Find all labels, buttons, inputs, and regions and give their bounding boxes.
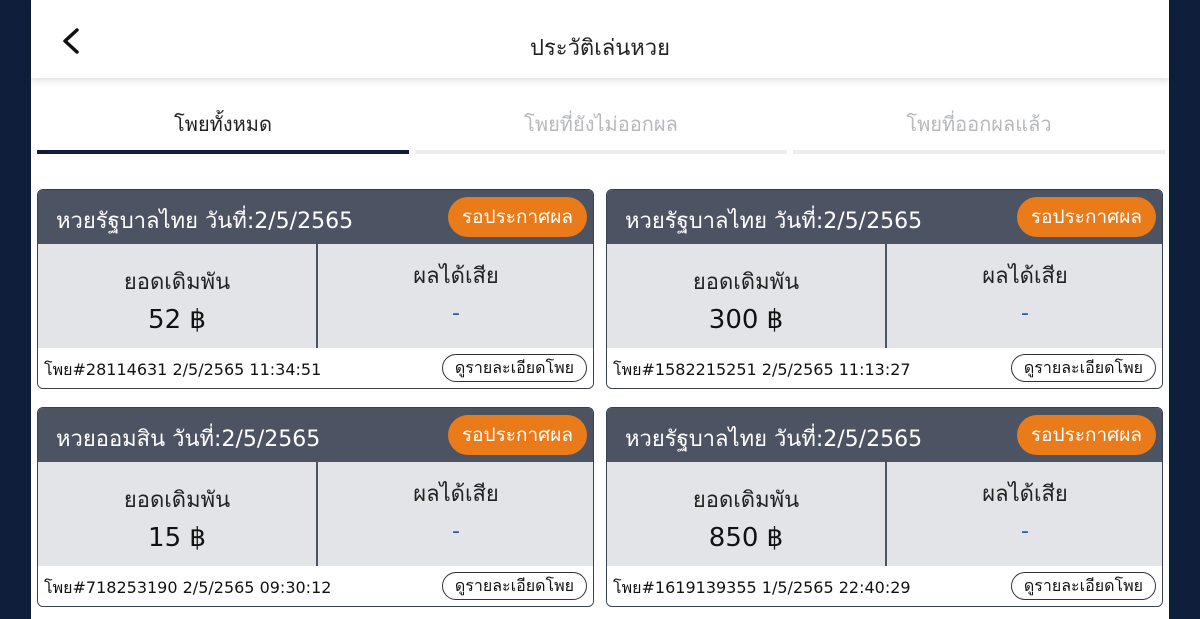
view-ticket-details-button[interactable]: ดูรายละเอียดโพย xyxy=(1010,354,1156,382)
result-label: ผลได้เสีย xyxy=(982,264,1068,289)
ticket-number: โพย#1619139355 1/5/2565 22:40:29 xyxy=(613,578,911,597)
result-value: - xyxy=(452,519,460,544)
ticket-card: หวยออมสิน วันที่:2/5/2565 รอประกาศผล ยอด… xyxy=(37,407,594,607)
stake-column: ยอดเดิมพัน 850 ฿ xyxy=(607,462,885,566)
stake-amount: 52 ฿ xyxy=(148,305,206,335)
ticket-card: หวยรัฐบาลไทย วันที่:2/5/2565 รอประกาศผล … xyxy=(606,189,1163,389)
status-badge: รอประกาศผล xyxy=(1016,197,1156,237)
lottery-title: หวยรัฐบาลไทย วันที่:2/5/2565 xyxy=(56,209,354,234)
card-header: หวยรัฐบาลไทย วันที่:2/5/2565 รอประกาศผล xyxy=(607,408,1162,462)
stake-column: ยอดเดิมพัน 52 ฿ xyxy=(38,244,316,348)
card-body: ยอดเดิมพัน 300 ฿ ผลได้เสีย - xyxy=(607,244,1162,348)
page-title: ประวัติเล่นหวย xyxy=(529,36,671,61)
result-column: ผลได้เสีย - xyxy=(886,244,1162,348)
view-ticket-details-button[interactable]: ดูรายละเอียดโพย xyxy=(441,354,587,382)
stake-amount: 15 ฿ xyxy=(148,523,206,553)
card-body: ยอดเดิมพัน 850 ฿ ผลได้เสีย - xyxy=(607,462,1162,566)
stake-column: ยอดเดิมพัน 15 ฿ xyxy=(38,462,316,566)
status-badge: รอประกาศผล xyxy=(447,197,587,237)
ticket-number: โพย#1582215251 2/5/2565 11:13:27 xyxy=(613,360,911,379)
top-bar: ประวัติเล่นหวย xyxy=(31,0,1169,78)
stake-column: ยอดเดิมพัน 300 ฿ xyxy=(607,244,885,348)
tab-bar: โพยทั้งหมด โพยที่ยังไม่ออกผล โพยที่ออกผล… xyxy=(37,96,1165,154)
card-footer: โพย#1619139355 1/5/2565 22:40:29 ดูรายละ… xyxy=(607,566,1162,606)
card-header: หวยออมสิน วันที่:2/5/2565 รอประกาศผล xyxy=(38,408,593,462)
lottery-title: หวยรัฐบาลไทย วันที่:2/5/2565 xyxy=(625,209,923,234)
lottery-title: หวยออมสิน วันที่:2/5/2565 xyxy=(56,427,321,452)
ticket-number: โพย#28114631 2/5/2565 11:34:51 xyxy=(44,360,322,379)
status-badge: รอประกาศผล xyxy=(1016,415,1156,455)
tab-completed-tickets[interactable]: โพยที่ออกผลแล้ว xyxy=(793,96,1165,154)
card-header: หวยรัฐบาลไทย วันที่:2/5/2565 รอประกาศผล xyxy=(38,190,593,244)
stake-label: ยอดเดิมพัน xyxy=(692,488,800,513)
card-footer: โพย#28114631 2/5/2565 11:34:51 ดูรายละเอ… xyxy=(38,348,593,388)
ticket-card: หวยรัฐบาลไทย วันที่:2/5/2565 รอประกาศผล … xyxy=(606,407,1163,607)
tab-pending-tickets[interactable]: โพยที่ยังไม่ออกผล xyxy=(415,96,787,154)
status-badge: รอประกาศผล xyxy=(447,415,587,455)
tab-all-tickets[interactable]: โพยทั้งหมด xyxy=(37,96,409,154)
stake-label: ยอดเดิมพัน xyxy=(123,270,231,295)
result-column: ผลได้เสีย - xyxy=(886,462,1162,566)
card-body: ยอดเดิมพัน 52 ฿ ผลได้เสีย - xyxy=(38,244,593,348)
card-header: หวยรัฐบาลไทย วันที่:2/5/2565 รอประกาศผล xyxy=(607,190,1162,244)
view-ticket-details-button[interactable]: ดูรายละเอียดโพย xyxy=(1010,572,1156,600)
stake-amount: 300 ฿ xyxy=(708,305,784,335)
stake-label: ยอดเดิมพัน xyxy=(692,270,800,295)
ticket-card: หวยรัฐบาลไทย วันที่:2/5/2565 รอประกาศผล … xyxy=(37,189,594,389)
result-column: ผลได้เสีย - xyxy=(317,244,593,348)
result-column: ผลได้เสีย - xyxy=(317,462,593,566)
result-label: ผลได้เสีย xyxy=(413,482,499,507)
stake-label: ยอดเดิมพัน xyxy=(123,488,231,513)
app-window: ประวัติเล่นหวย โพยทั้งหมด โพยที่ยังไม่ออ… xyxy=(31,0,1169,619)
result-value: - xyxy=(1021,301,1029,326)
card-body: ยอดเดิมพัน 15 ฿ ผลได้เสีย - xyxy=(38,462,593,566)
result-label: ผลได้เสีย xyxy=(413,264,499,289)
result-value: - xyxy=(1021,519,1029,544)
card-footer: โพย#1582215251 2/5/2565 11:13:27 ดูรายละ… xyxy=(607,348,1162,388)
result-label: ผลได้เสีย xyxy=(982,482,1068,507)
stake-amount: 850 ฿ xyxy=(708,523,784,553)
view-ticket-details-button[interactable]: ดูรายละเอียดโพย xyxy=(441,572,587,600)
card-footer: โพย#718253190 2/5/2565 09:30:12 ดูรายละเ… xyxy=(38,566,593,606)
result-value: - xyxy=(452,301,460,326)
lottery-title: หวยรัฐบาลไทย วันที่:2/5/2565 xyxy=(625,427,923,452)
ticket-number: โพย#718253190 2/5/2565 09:30:12 xyxy=(44,578,332,597)
